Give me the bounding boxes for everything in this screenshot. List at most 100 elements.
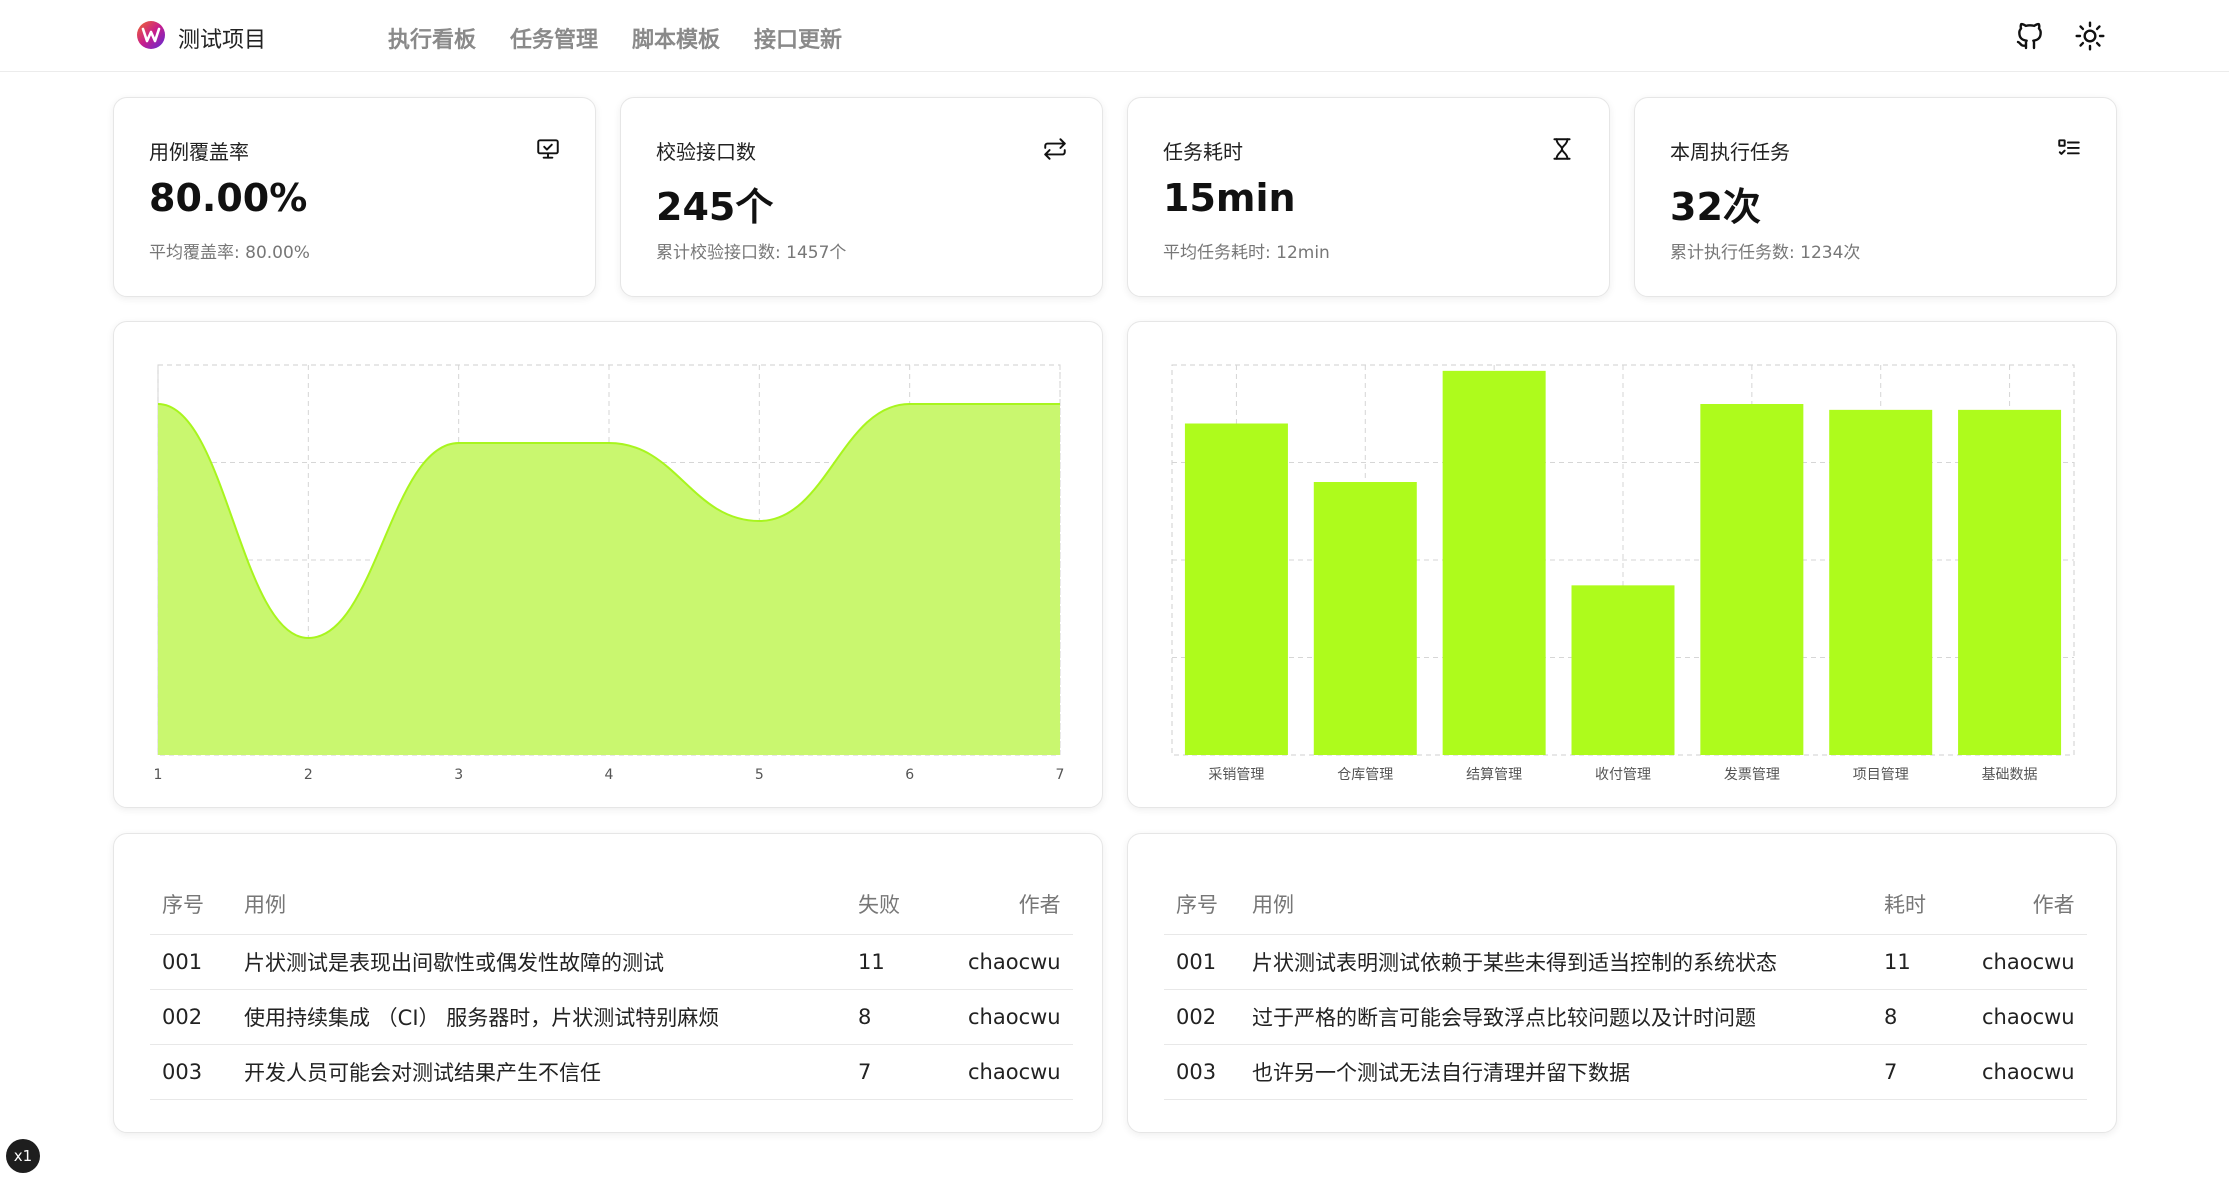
col-header-failures: 失败	[846, 874, 956, 935]
failure-table: 序号 用例 失败 作者 001 片状测试是表现出间歇性或偶发性故障的测试 11 …	[150, 874, 1073, 1100]
x-tick-label: 结算管理	[1466, 767, 1522, 783]
cell-author: chaocwu	[956, 989, 1073, 1045]
stat-card-coverage: 用例覆盖率 80.00% 平均覆盖率: 80.00%	[113, 97, 596, 297]
area-chart: 1 2 3 4 5 6 7	[154, 364, 1065, 783]
stat-title: 本周执行任务	[1670, 140, 1790, 164]
cell-index: 002	[1164, 989, 1240, 1045]
cell-author: chaocwu	[956, 934, 1073, 990]
cell-case: 使用持续集成 （CI） 服务器时，片状测试特别麻烦	[232, 989, 846, 1045]
cell-index: 001	[1164, 934, 1240, 990]
stat-subtext: 累计校验接口数: 1457个	[656, 243, 847, 263]
cell-index: 002	[150, 989, 232, 1045]
x-tick-label: 4	[605, 767, 614, 783]
stat-title: 校验接口数	[656, 140, 756, 164]
nav-item-api-updates[interactable]: 接口更新	[754, 22, 842, 54]
cell-failures: 7	[846, 1044, 956, 1100]
app-logo-icon[interactable]	[136, 20, 166, 50]
bar-7[interactable]	[1958, 409, 2062, 755]
table-header-row: 序号 用例 耗时 作者	[1164, 874, 2087, 935]
cell-case: 过于严格的断言可能会导致浮点比较问题以及计时问题	[1240, 989, 1872, 1045]
cell-author: chaocwu	[1970, 934, 2087, 990]
task-list-icon	[2056, 136, 2082, 162]
col-header-case: 用例	[232, 874, 846, 935]
col-header-duration: 耗时	[1872, 874, 1970, 935]
col-header-case: 用例	[1240, 874, 1872, 935]
x-tick-label: 项目管理	[1853, 767, 1909, 783]
cell-index: 003	[1164, 1044, 1240, 1100]
duration-table-card: 序号 用例 耗时 作者 001 片状测试表明测试依赖于某些未得到适当控制的系统状…	[1127, 833, 2117, 1133]
cell-index: 001	[150, 934, 232, 990]
cell-author: chaocwu	[1970, 989, 2087, 1045]
stat-subtext: 平均任务耗时: 12min	[1163, 243, 1330, 263]
area-chart-card: 1 2 3 4 5 6 7	[113, 321, 1103, 808]
x-tick-label: 7	[1056, 767, 1065, 783]
col-header-index: 序号	[150, 874, 232, 935]
nav-item-tasks[interactable]: 任务管理	[510, 22, 598, 54]
stat-title: 任务耗时	[1163, 140, 1243, 164]
main-nav: 执行看板 任务管理 脚本模板 接口更新	[388, 22, 842, 54]
nav-item-templates[interactable]: 脚本模板	[632, 22, 720, 54]
x-tick-label: 仓库管理	[1337, 767, 1393, 783]
table-header-row: 序号 用例 失败 作者	[150, 874, 1073, 935]
x-tick-label: 发票管理	[1724, 767, 1780, 783]
stat-card-api-count: 校验接口数 245个 累计校验接口数: 1457个	[620, 97, 1103, 297]
bar-1[interactable]	[1184, 423, 1288, 756]
stat-value: 245个	[656, 185, 774, 229]
bar-4[interactable]	[1571, 585, 1675, 755]
stat-value: 80.00%	[149, 176, 308, 220]
stat-value: 32次	[1670, 185, 1761, 229]
x-tick-label: 采销管理	[1208, 767, 1264, 783]
hourglass-icon	[1549, 136, 1575, 162]
cell-author: chaocwu	[1970, 1044, 2087, 1100]
x-tick-label: 3	[454, 767, 463, 783]
cell-case: 片状测试表明测试依赖于某些未得到适当控制的系统状态	[1240, 934, 1872, 990]
x-tick-label: 6	[905, 767, 914, 783]
github-icon[interactable]	[2014, 20, 2046, 52]
table-row[interactable]: 001 片状测试表明测试依赖于某些未得到适当控制的系统状态 11 chaocwu	[1164, 934, 2087, 990]
stat-card-weekly-tasks: 本周执行任务 32次 累计执行任务数: 1234次	[1634, 97, 2117, 297]
bar-3[interactable]	[1442, 370, 1546, 755]
stat-value: 15min	[1163, 176, 1296, 220]
zoom-badge[interactable]: x1	[6, 1139, 40, 1173]
cell-case: 也许另一个测试无法自行清理并留下数据	[1240, 1044, 1872, 1100]
sun-icon[interactable]	[2074, 20, 2106, 52]
app-title: 测试项目	[178, 28, 267, 53]
area-series-fill	[158, 404, 1060, 755]
table-row[interactable]: 002 使用持续集成 （CI） 服务器时，片状测试特别麻烦 8 chaocwu	[150, 989, 1073, 1045]
failure-table-card: 序号 用例 失败 作者 001 片状测试是表现出间歇性或偶发性故障的测试 11 …	[113, 833, 1103, 1133]
cell-failures: 8	[846, 989, 956, 1045]
bar-6[interactable]	[1829, 409, 1933, 755]
stat-title: 用例覆盖率	[149, 140, 249, 164]
x-tick-label: 基础数据	[1982, 766, 2038, 783]
cell-failures: 11	[846, 934, 956, 990]
cell-author: chaocwu	[956, 1044, 1073, 1100]
monitor-check-icon	[535, 136, 561, 162]
table-row[interactable]: 003 也许另一个测试无法自行清理并留下数据 7 chaocwu	[1164, 1044, 2087, 1100]
cell-case: 片状测试是表现出间歇性或偶发性故障的测试	[232, 934, 846, 990]
stat-card-task-duration: 任务耗时 15min 平均任务耗时: 12min	[1127, 97, 1610, 297]
table-row[interactable]: 002 过于严格的断言可能会导致浮点比较问题以及计时问题 8 chaocwu	[1164, 989, 2087, 1045]
col-header-author: 作者	[956, 874, 1073, 935]
stat-subtext: 平均覆盖率: 80.00%	[149, 243, 310, 263]
x-tick-label: 1	[154, 767, 163, 783]
bar-2[interactable]	[1313, 482, 1417, 755]
x-tick-label: 5	[755, 767, 764, 783]
bar-chart: 采销管理 仓库管理 结算管理 收付管理 发票管理 项目管理 基础数据	[1171, 364, 2075, 783]
top-header: 测试项目 执行看板 任务管理 脚本模板 接口更新	[0, 0, 2229, 72]
swap-arrows-icon	[1042, 136, 1068, 162]
col-header-author: 作者	[1970, 874, 2087, 935]
cell-case: 开发人员可能会对测试结果产生不信任	[232, 1044, 846, 1100]
col-header-index: 序号	[1164, 874, 1240, 935]
duration-table: 序号 用例 耗时 作者 001 片状测试表明测试依赖于某些未得到适当控制的系统状…	[1164, 874, 2087, 1100]
x-tick-label: 2	[304, 767, 313, 783]
table-row[interactable]: 001 片状测试是表现出间歇性或偶发性故障的测试 11 chaocwu	[150, 934, 1073, 990]
table-row[interactable]: 003 开发人员可能会对测试结果产生不信任 7 chaocwu	[150, 1044, 1073, 1100]
cell-index: 003	[150, 1044, 232, 1100]
bar-chart-card: 采销管理 仓库管理 结算管理 收付管理 发票管理 项目管理 基础数据	[1127, 321, 2117, 808]
stat-subtext: 累计执行任务数: 1234次	[1670, 243, 1861, 263]
cell-duration: 8	[1872, 989, 1970, 1045]
cell-duration: 11	[1872, 934, 1970, 990]
nav-item-dashboard[interactable]: 执行看板	[388, 22, 476, 54]
x-tick-label: 收付管理	[1595, 767, 1651, 783]
bar-5[interactable]	[1700, 404, 1804, 755]
